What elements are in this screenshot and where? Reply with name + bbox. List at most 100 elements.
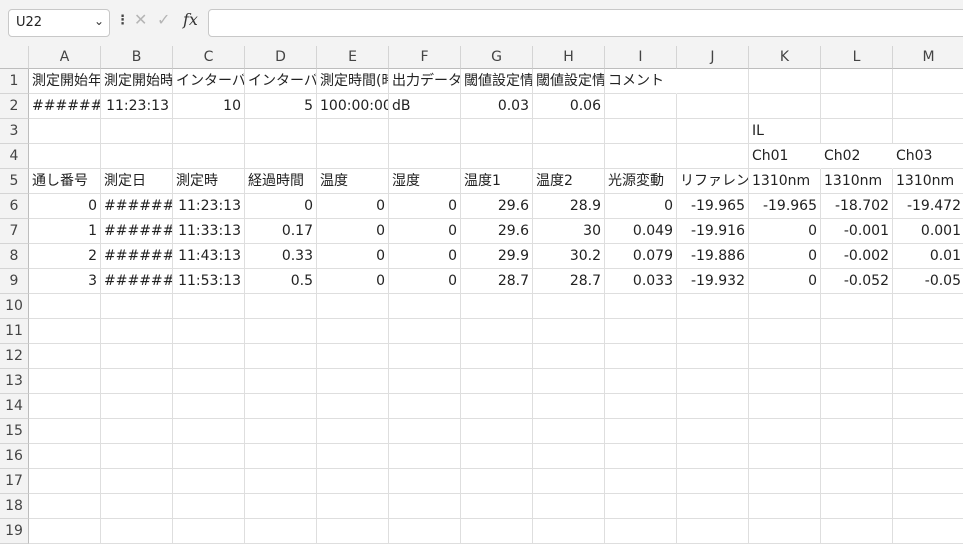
cell-K18[interactable] [749,494,821,519]
cell-K17[interactable] [749,469,821,494]
cell-H2[interactable]: 0.06 [533,94,605,119]
cell-E6[interactable]: 0 [317,194,389,219]
cell-J7[interactable]: -19.916 [677,219,749,244]
row-header-4[interactable]: 4 [0,144,29,169]
cell-L2[interactable] [821,94,893,119]
cell-E7[interactable]: 0 [317,219,389,244]
column-header-B[interactable]: B [101,46,173,69]
cell-A4[interactable] [29,144,101,169]
cell-F3[interactable] [389,119,461,144]
cell-J2[interactable] [677,94,749,119]
cell-D18[interactable] [245,494,317,519]
row-header-15[interactable]: 15 [0,419,29,444]
cell-J19[interactable] [677,519,749,544]
cell-M8[interactable]: 0.01 [893,244,963,269]
cell-L17[interactable] [821,469,893,494]
cell-H5[interactable]: 温度2 [533,169,605,194]
cell-J17[interactable] [677,469,749,494]
cell-M4[interactable]: Ch03 [893,144,963,169]
cell-J3[interactable] [677,119,749,144]
cell-A11[interactable] [29,319,101,344]
cell-K14[interactable] [749,394,821,419]
cell-J11[interactable] [677,319,749,344]
row-header-17[interactable]: 17 [0,469,29,494]
cell-E9[interactable]: 0 [317,269,389,294]
column-header-G[interactable]: G [461,46,533,69]
cell-C1[interactable]: インターバ [173,69,245,94]
cell-I11[interactable] [605,319,677,344]
cell-F7[interactable]: 0 [389,219,461,244]
cell-J16[interactable] [677,444,749,469]
cell-M6[interactable]: -19.472 [893,194,963,219]
cell-C13[interactable] [173,369,245,394]
cell-H12[interactable] [533,344,605,369]
check-icon[interactable]: ✓ [157,10,170,29]
cell-K9[interactable]: 0 [749,269,821,294]
cell-G6[interactable]: 29.6 [461,194,533,219]
cell-D3[interactable] [245,119,317,144]
cell-E19[interactable] [317,519,389,544]
cell-F18[interactable] [389,494,461,519]
cell-L18[interactable] [821,494,893,519]
cell-L4[interactable]: Ch02 [821,144,893,169]
cell-C8[interactable]: 11:43:13 [173,244,245,269]
cell-G18[interactable] [461,494,533,519]
cell-I17[interactable] [605,469,677,494]
cell-C9[interactable]: 11:53:13 [173,269,245,294]
cell-J13[interactable] [677,369,749,394]
cell-I5[interactable]: 光源変動 [605,169,677,194]
insert-function-icon[interactable]: fx [183,10,198,29]
cell-K19[interactable] [749,519,821,544]
cell-B5[interactable]: 測定日 [101,169,173,194]
cell-H8[interactable]: 30.2 [533,244,605,269]
cell-A5[interactable]: 通し番号 [29,169,101,194]
cell-B15[interactable] [101,419,173,444]
cell-M15[interactable] [893,419,963,444]
cell-C12[interactable] [173,344,245,369]
cell-I3[interactable] [605,119,677,144]
cell-D15[interactable] [245,419,317,444]
cell-I8[interactable]: 0.079 [605,244,677,269]
cell-B19[interactable] [101,519,173,544]
cell-G7[interactable]: 29.6 [461,219,533,244]
cell-M12[interactable] [893,344,963,369]
cell-F2[interactable]: dB [389,94,461,119]
column-header-A[interactable]: A [29,46,101,69]
cell-F14[interactable] [389,394,461,419]
cell-A19[interactable] [29,519,101,544]
cell-B4[interactable] [101,144,173,169]
cell-I18[interactable] [605,494,677,519]
cell-C11[interactable] [173,319,245,344]
cell-K7[interactable]: 0 [749,219,821,244]
cancel-icon[interactable]: ✕ [134,10,147,29]
column-header-I[interactable]: I [605,46,677,69]
chevron-down-icon[interactable]: ⌄ [94,14,104,28]
row-header-7[interactable]: 7 [0,219,29,244]
cell-L9[interactable]: -0.052 [821,269,893,294]
cell-G14[interactable] [461,394,533,419]
row-header-3[interactable]: 3 [0,119,29,144]
cell-M17[interactable] [893,469,963,494]
column-header-M[interactable]: M [893,46,963,69]
cell-D7[interactable]: 0.17 [245,219,317,244]
cell-A8[interactable]: 2 [29,244,101,269]
cell-C10[interactable] [173,294,245,319]
cell-G4[interactable] [461,144,533,169]
cell-E10[interactable] [317,294,389,319]
cell-M1[interactable] [893,69,963,94]
select-all-corner[interactable] [0,46,29,69]
cell-I15[interactable] [605,419,677,444]
cell-E13[interactable] [317,369,389,394]
cell-C15[interactable] [173,419,245,444]
cell-I13[interactable] [605,369,677,394]
cell-L14[interactable] [821,394,893,419]
cell-G1[interactable]: 閾値設定情 [461,69,533,94]
cell-C7[interactable]: 11:33:13 [173,219,245,244]
cell-I10[interactable] [605,294,677,319]
cell-I16[interactable] [605,444,677,469]
column-header-F[interactable]: F [389,46,461,69]
cell-C16[interactable] [173,444,245,469]
cell-H10[interactable] [533,294,605,319]
cell-H13[interactable] [533,369,605,394]
row-header-18[interactable]: 18 [0,494,29,519]
